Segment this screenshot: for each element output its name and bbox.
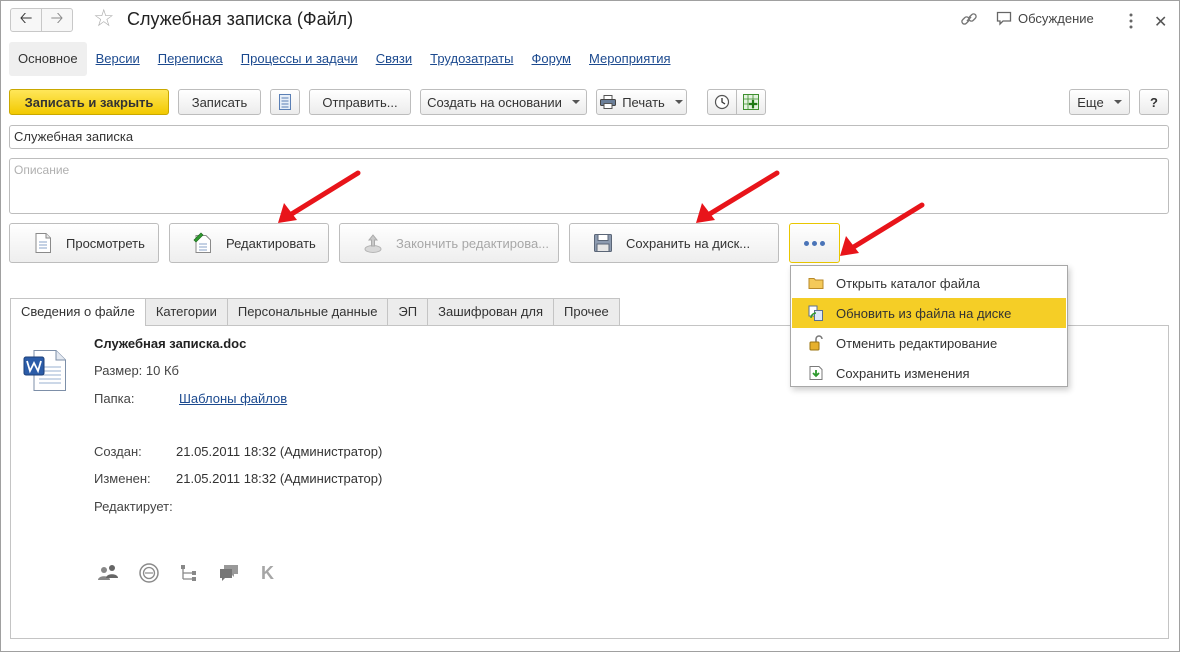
add-to-spreadsheet-button[interactable] — [736, 89, 766, 115]
tab-main[interactable]: Основное — [9, 42, 87, 76]
more-actions-dropdown: Открыть каталог файла Обновить из файла … — [790, 265, 1068, 387]
dropdown-item-label: Отменить редактирование — [836, 335, 998, 351]
tab-encrypted-for[interactable]: Зашифрован для — [427, 298, 555, 325]
modified-value: 21.05.2011 18:32 (Администратор) — [176, 471, 383, 486]
tab-categories[interactable]: Категории — [144, 298, 228, 325]
hierarchy-icon[interactable] — [178, 562, 200, 584]
chevron-down-icon — [1113, 100, 1122, 104]
finish-editing-button[interactable]: Закончить редактирова... — [339, 223, 559, 263]
more-label: Еще — [1077, 94, 1104, 110]
discussion-label: Обсуждение — [1018, 11, 1094, 26]
create-based-on-label: Создать на основании — [427, 94, 562, 110]
tab-forum[interactable]: Форум — [523, 42, 581, 76]
dropdown-item-cancel-editing[interactable]: Отменить редактирование — [792, 328, 1066, 358]
tab-processes[interactable]: Процессы и задачи — [232, 42, 367, 76]
back-button[interactable]: 🡠 — [10, 8, 42, 32]
send-button[interactable]: Отправить... — [309, 89, 411, 115]
tab-versions[interactable]: Версии — [87, 42, 149, 76]
dropdown-item-open-folder[interactable]: Открыть каталог файла — [792, 268, 1066, 298]
window-title: Служебная записка (Файл) — [127, 9, 354, 29]
tab-events[interactable]: Мероприятия — [580, 42, 680, 76]
view-label: Просмотреть — [66, 235, 145, 251]
chat-bubble-icon — [996, 11, 1012, 26]
history-button[interactable] — [707, 89, 737, 115]
report-button[interactable] — [270, 89, 300, 115]
document-list-icon — [279, 94, 291, 110]
comments-icon[interactable] — [218, 562, 240, 584]
print-label: Печать — [622, 94, 665, 110]
dot-icon — [820, 240, 825, 246]
chevron-down-icon — [674, 100, 683, 104]
k-icon[interactable]: K — [261, 562, 283, 584]
folder-link[interactable]: Шаблоны файлов — [179, 391, 287, 406]
finish-editing-label: Закончить редактирова... — [396, 235, 550, 251]
tab-other[interactable]: Прочее — [553, 298, 620, 325]
name-field[interactable] — [9, 125, 1169, 149]
forward-button[interactable]: 🡢 — [41, 8, 73, 32]
tab-labor[interactable]: Трудозатраты — [421, 42, 522, 76]
editing-by-label: Редактирует: — [94, 499, 173, 514]
create-based-on-button[interactable]: Создать на основании — [420, 89, 587, 115]
dropdown-item-save-changes[interactable]: Сохранить изменения — [792, 358, 1066, 388]
name-input[interactable] — [10, 126, 1168, 148]
seal-icon[interactable] — [138, 562, 160, 584]
created-label: Создан: — [94, 444, 142, 459]
discussion-button[interactable]: Обсуждение — [996, 11, 1094, 26]
word-document-icon — [23, 350, 66, 391]
more-actions-button[interactable] — [789, 223, 840, 263]
favorite-star-icon[interactable]: ☆ — [93, 6, 115, 32]
save-and-close-button[interactable]: Записать и закрыть — [9, 89, 169, 115]
tab-digital-signature[interactable]: ЭП — [387, 298, 429, 325]
tab-personal-data[interactable]: Персональные данные — [226, 298, 389, 325]
save-to-disk-button[interactable]: Сохранить на диск... — [569, 223, 779, 263]
more-menu-button[interactable]: Еще — [1069, 89, 1130, 115]
file-size: Размер: 10 Кб — [94, 363, 179, 378]
save-changes-icon — [809, 366, 823, 380]
folder-icon — [808, 278, 824, 289]
help-button[interactable]: ? — [1139, 89, 1169, 115]
dropdown-item-label: Открыть каталог файла — [836, 275, 980, 291]
save-button[interactable]: Записать — [178, 89, 261, 115]
save-to-disk-label: Сохранить на диск... — [626, 235, 751, 251]
form-tabs: Основное Версии Переписка Процессы и зад… — [9, 42, 680, 76]
more-vertical-icon[interactable] — [1128, 12, 1134, 30]
dot-icon — [804, 240, 809, 246]
document-view-icon — [35, 233, 51, 253]
created-value: 21.05.2011 18:32 (Администратор) — [176, 444, 383, 459]
dot-icon — [812, 240, 817, 246]
finish-editing-icon — [364, 234, 382, 253]
folder-label: Папка: — [94, 391, 135, 406]
unlock-icon — [809, 335, 823, 351]
arrow-left-icon: 🡠 — [19, 9, 33, 27]
green-table-plus-icon — [743, 94, 759, 110]
tab-correspondence[interactable]: Переписка — [149, 42, 232, 76]
edit-button[interactable]: Редактировать — [169, 223, 329, 263]
description-input[interactable] — [10, 159, 1168, 213]
view-button[interactable]: Просмотреть — [9, 223, 159, 263]
file-name: Служебная записка.doc — [94, 336, 247, 351]
floppy-disk-icon — [594, 234, 612, 252]
tab-links[interactable]: Связи — [367, 42, 421, 76]
printer-icon — [600, 95, 617, 109]
arrow-right-icon: 🡢 — [50, 9, 64, 27]
modified-label: Изменен: — [94, 471, 151, 486]
dropdown-item-label: Сохранить изменения — [836, 365, 970, 381]
print-button[interactable]: Печать — [596, 89, 687, 115]
description-field[interactable] — [9, 158, 1169, 214]
dropdown-item-update-from-disk[interactable]: Обновить из файла на диске — [792, 298, 1066, 328]
document-edit-icon — [193, 232, 211, 253]
chevron-down-icon — [571, 100, 580, 104]
link-icon[interactable] — [960, 10, 978, 28]
close-icon[interactable]: ✕ — [1154, 12, 1167, 32]
file-info-tabs: Сведения о файле Категории Персональные … — [10, 298, 620, 326]
users-icon[interactable] — [97, 562, 119, 584]
dropdown-item-label: Обновить из файла на диске — [836, 305, 1012, 321]
clock-icon — [714, 94, 730, 110]
tab-file-info[interactable]: Сведения о файле — [10, 298, 146, 326]
refresh-file-icon — [808, 305, 823, 321]
edit-label: Редактировать — [226, 235, 316, 251]
